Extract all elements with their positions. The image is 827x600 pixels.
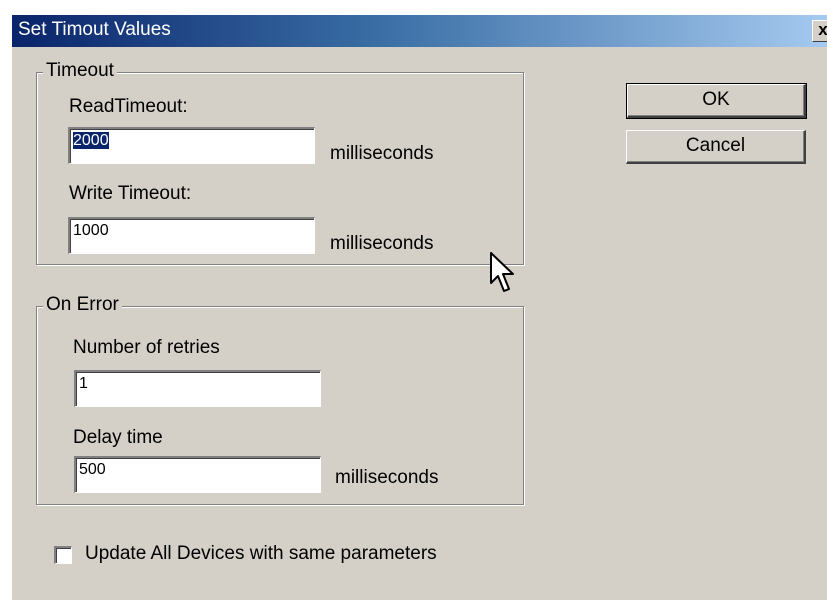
delay-time-input[interactable]: 500 [74, 456, 321, 493]
window-title: Set Timout Values [18, 19, 171, 40]
delay-time-label: Delay time [73, 427, 163, 448]
delay-time-value: 500 [79, 461, 106, 478]
update-all-checkbox[interactable] [54, 546, 72, 564]
read-timeout-value: 2000 [73, 132, 109, 149]
read-timeout-label: ReadTimeout: [69, 96, 188, 117]
timeout-group-legend: Timeout [43, 60, 117, 82]
read-timeout-input[interactable]: 2000 [68, 127, 315, 164]
ok-button[interactable]: OK [626, 83, 807, 119]
update-all-label[interactable]: Update All Devices with same parameters [85, 543, 437, 565]
cancel-button[interactable]: Cancel [626, 130, 806, 164]
close-button[interactable]: x [812, 20, 827, 42]
write-timeout-input[interactable]: 1000 [68, 217, 315, 254]
write-timeout-label: Write Timeout: [69, 183, 192, 204]
delay-time-unit: milliseconds [335, 467, 439, 488]
retries-label: Number of retries [73, 337, 220, 358]
read-timeout-unit: milliseconds [330, 143, 434, 164]
title-bar[interactable]: Set Timout Values x [12, 15, 827, 47]
on-error-group-legend: On Error [43, 294, 122, 316]
write-timeout-value: 1000 [73, 222, 109, 239]
close-icon: x [818, 20, 827, 39]
mouse-pointer-icon [490, 252, 514, 292]
retries-input[interactable]: 1 [74, 370, 321, 407]
dialog-window: Set Timout Values x Timeout ReadTimeout:… [10, 13, 827, 600]
write-timeout-unit: milliseconds [330, 233, 434, 254]
retries-value: 1 [79, 375, 88, 392]
